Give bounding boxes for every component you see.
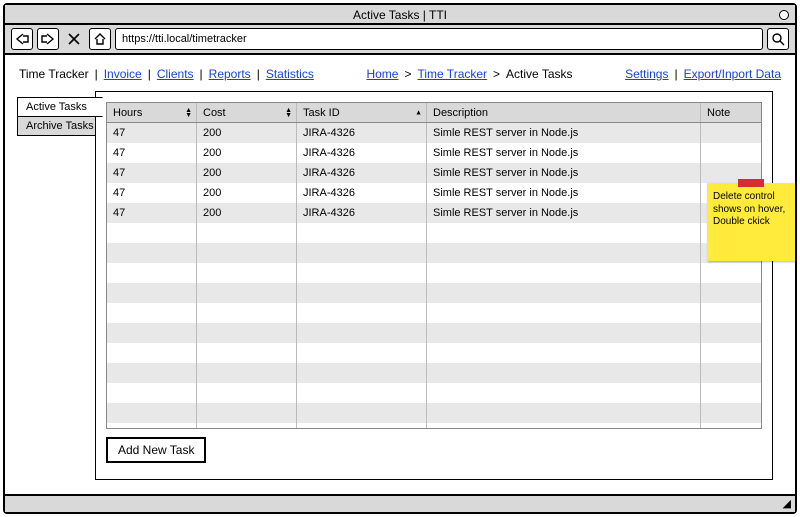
sort-icon[interactable]: ▲▼ xyxy=(285,108,292,118)
search-button[interactable] xyxy=(767,28,789,50)
nav-export-import[interactable]: Export/Inport Data xyxy=(684,67,781,81)
sticky-note-text: Delete control shows on hover, Double ck… xyxy=(713,191,785,227)
cell-task: JIRA-4326 xyxy=(297,123,427,143)
table-row-empty xyxy=(107,403,761,423)
cell-task: JIRA-4326 xyxy=(297,203,427,223)
tab-active-tasks[interactable]: Active Tasks xyxy=(17,97,103,117)
status-bar: ◢ xyxy=(5,494,795,512)
stop-button[interactable] xyxy=(63,28,85,50)
table-row-empty xyxy=(107,343,761,363)
table-row-empty xyxy=(107,223,761,243)
url-bar[interactable]: https://tti.local/timetracker xyxy=(115,28,763,50)
table-row-empty xyxy=(107,283,761,303)
tasks-table: Hours ▲▼ Cost ▲▼ Task ID ▲ Description xyxy=(106,102,762,429)
resize-grip-icon[interactable]: ◢ xyxy=(783,499,791,510)
browser-toolbar: https://tti.local/timetracker xyxy=(5,25,795,55)
table-row-empty xyxy=(107,243,761,263)
tab-archive-tasks[interactable]: Archive Tasks xyxy=(17,116,103,136)
cell-task: JIRA-4326 xyxy=(297,143,427,163)
cell-desc: Simle REST server in Node.js xyxy=(427,183,701,203)
back-button[interactable] xyxy=(11,28,33,50)
chevron-right-icon: > xyxy=(493,67,500,81)
table-row[interactable]: 47200JIRA-4326Simle REST server in Node.… xyxy=(107,203,761,223)
sticky-note: Delete control shows on hover, Double ck… xyxy=(707,183,795,261)
table-row-empty xyxy=(107,323,761,343)
window-title: Active Tasks | TTI xyxy=(353,8,447,22)
browser-window: Active Tasks | TTI https://tti.local/tim… xyxy=(3,3,797,514)
page-content: Time Tracker | Invoice | Clients | Repor… xyxy=(9,61,791,490)
cell-cost: 200 xyxy=(197,163,297,183)
col-task-id[interactable]: Task ID ▲ xyxy=(297,103,427,122)
table-row-empty xyxy=(107,383,761,403)
cell-desc: Simle REST server in Node.js xyxy=(427,123,701,143)
nav-clients[interactable]: Clients xyxy=(157,67,194,81)
crumb-time-tracker[interactable]: Time Tracker xyxy=(417,67,487,81)
cell-desc: Simle REST server in Node.js xyxy=(427,143,701,163)
cell-note xyxy=(701,123,761,143)
window-control-icon[interactable] xyxy=(779,10,789,20)
cell-cost: 200 xyxy=(197,203,297,223)
search-icon xyxy=(771,32,785,46)
nav-invoice[interactable]: Invoice xyxy=(104,67,142,81)
cell-cost: 200 xyxy=(197,143,297,163)
table-row-empty xyxy=(107,423,761,429)
x-icon xyxy=(67,32,81,46)
table-row[interactable]: 47200JIRA-4326Simle REST server in Node.… xyxy=(107,123,761,143)
table-row[interactable]: 47200JIRA-4326Simle REST server in Node.… xyxy=(107,183,761,203)
col-cost[interactable]: Cost ▲▼ xyxy=(197,103,297,122)
home-button[interactable] xyxy=(89,28,111,50)
nav-time-tracker[interactable]: Time Tracker xyxy=(19,67,89,81)
cell-task: JIRA-4326 xyxy=(297,183,427,203)
cell-cost: 200 xyxy=(197,183,297,203)
side-tabs: Active Tasks Archive Tasks xyxy=(17,97,103,134)
cell-hours: 47 xyxy=(107,123,197,143)
sort-icon[interactable]: ▲▼ xyxy=(185,108,192,118)
table-row[interactable]: 47200JIRA-4326Simle REST server in Node.… xyxy=(107,143,761,163)
arrow-right-icon xyxy=(41,33,55,45)
col-note[interactable]: Note xyxy=(701,103,761,122)
main-panel: Hours ▲▼ Cost ▲▼ Task ID ▲ Description xyxy=(95,91,773,480)
table-row-empty xyxy=(107,363,761,383)
table-row-empty xyxy=(107,263,761,283)
forward-button[interactable] xyxy=(37,28,59,50)
nav-statistics[interactable]: Statistics xyxy=(266,67,314,81)
url-text: https://tti.local/timetracker xyxy=(122,33,247,45)
cell-task: JIRA-4326 xyxy=(297,163,427,183)
breadcrumb: Home > Time Tracker > Active Tasks xyxy=(366,67,572,81)
cell-cost: 200 xyxy=(197,123,297,143)
chevron-right-icon: > xyxy=(404,67,411,81)
cell-desc: Simle REST server in Node.js xyxy=(427,203,701,223)
table-row[interactable]: 47200JIRA-4326Simle REST server in Node.… xyxy=(107,163,761,183)
table-body: 47200JIRA-4326Simle REST server in Node.… xyxy=(107,123,761,429)
cell-hours: 47 xyxy=(107,143,197,163)
add-new-task-button[interactable]: Add New Task xyxy=(106,437,206,463)
cell-hours: 47 xyxy=(107,183,197,203)
window-titlebar: Active Tasks | TTI xyxy=(5,5,795,25)
cell-hours: 47 xyxy=(107,163,197,183)
table-row-empty xyxy=(107,303,761,323)
sort-icon[interactable]: ▲ xyxy=(415,110,422,115)
col-description[interactable]: Description xyxy=(427,103,701,122)
crumb-active-tasks: Active Tasks xyxy=(506,67,572,81)
cell-hours: 47 xyxy=(107,203,197,223)
nav-reports[interactable]: Reports xyxy=(209,67,251,81)
table-header: Hours ▲▼ Cost ▲▼ Task ID ▲ Description xyxy=(107,103,761,123)
cell-note xyxy=(701,143,761,163)
col-hours[interactable]: Hours ▲▼ xyxy=(107,103,197,122)
nav-settings[interactable]: Settings xyxy=(625,67,668,81)
arrow-left-icon xyxy=(15,33,29,45)
crumb-home[interactable]: Home xyxy=(366,67,398,81)
home-icon xyxy=(93,32,107,46)
top-nav: Time Tracker | Invoice | Clients | Repor… xyxy=(9,61,791,87)
cell-desc: Simle REST server in Node.js xyxy=(427,163,701,183)
